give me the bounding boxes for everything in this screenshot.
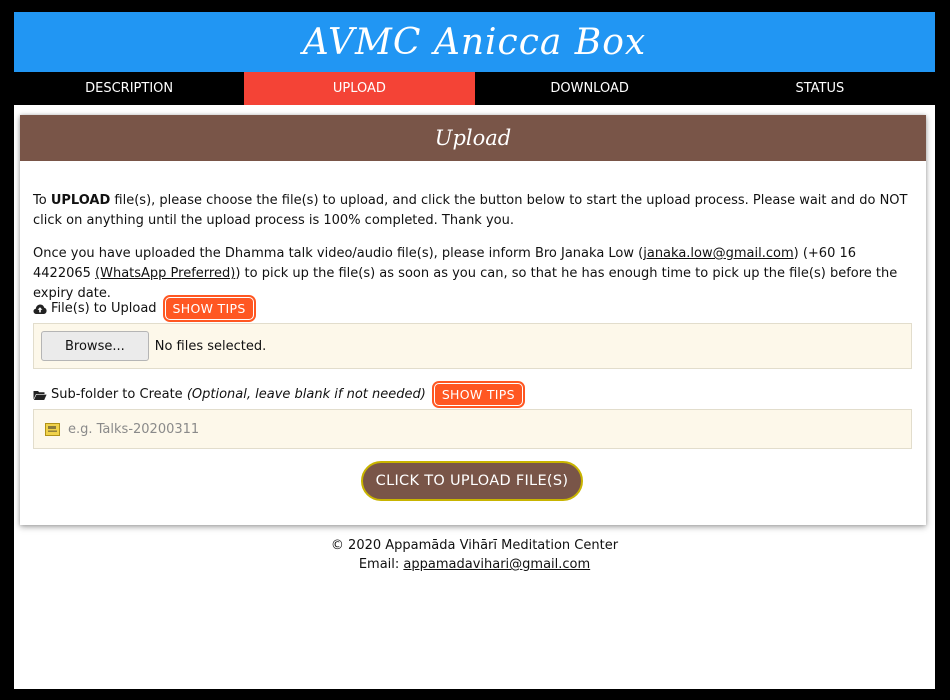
- contact-text: Once you have uploaded the Dhamma talk v…: [33, 246, 644, 261]
- copyright-text: © 2020 Appamāda Vihārī Meditation Center: [330, 538, 619, 553]
- whatsapp-link[interactable]: (WhatsApp Preferred): [95, 266, 235, 281]
- instructions-text-rest: file(s), please choose the file(s) to up…: [33, 193, 908, 228]
- folder-label-text: Sub-folder to Create: [51, 387, 187, 402]
- instructions-bold: UPLOAD: [50, 193, 111, 208]
- footer-email-label: Email:: [358, 557, 404, 572]
- footer-email-link[interactable]: appamadavihari@gmail.com: [403, 557, 590, 572]
- folder-open-icon: [33, 390, 47, 400]
- tab-status[interactable]: STATUS: [705, 72, 935, 105]
- folder-label-hint: (Optional, leave blank if not needed): [186, 387, 426, 402]
- contact-email-link[interactable]: janaka.low@gmail.com: [643, 246, 793, 261]
- page-content: Upload To UPLOAD file(s), please choose …: [14, 105, 935, 689]
- app-title: AVMC Anicca Box: [302, 21, 647, 63]
- file-input-box: Browse... No files selected.: [33, 323, 912, 369]
- folder-show-tips-button[interactable]: SHOW TIPS: [431, 381, 525, 408]
- files-label: File(s) to Upload: [51, 301, 157, 316]
- card-title: Upload: [434, 126, 512, 150]
- folder-label: Sub-folder to Create (Optional, leave bl…: [51, 387, 426, 402]
- folder-icon: [45, 422, 60, 436]
- folder-input-box: [33, 409, 912, 449]
- subfolder-input[interactable]: [68, 421, 868, 437]
- contact-instructions: Once you have uploaded the Dhamma talk v…: [33, 244, 918, 304]
- footer-email-row: Email: appamadavihari@gmail.com: [14, 555, 935, 574]
- card-header: Upload: [20, 115, 926, 161]
- browse-button[interactable]: Browse...: [41, 331, 149, 361]
- app-header: AVMC Anicca Box: [14, 12, 935, 72]
- main-nav: DESCRIPTION UPLOAD DOWNLOAD STATUS: [14, 72, 935, 105]
- instructions-text: To: [33, 193, 51, 208]
- file-selection-status: No files selected.: [154, 338, 267, 354]
- tab-upload[interactable]: UPLOAD: [244, 72, 475, 105]
- cloud-upload-icon: [33, 304, 47, 314]
- upload-instructions: To UPLOAD file(s), please choose the fil…: [33, 191, 918, 231]
- folder-label-row: Sub-folder to Create (Optional, leave bl…: [33, 381, 525, 408]
- upload-card: Upload To UPLOAD file(s), please choose …: [20, 115, 926, 525]
- files-show-tips-button[interactable]: SHOW TIPS: [162, 295, 256, 322]
- footer: © 2020 Appamāda Vihārī Meditation Center…: [14, 536, 935, 574]
- tab-description[interactable]: DESCRIPTION: [14, 72, 244, 105]
- files-label-row: File(s) to Upload SHOW TIPS: [33, 295, 256, 322]
- upload-files-button[interactable]: CLICK TO UPLOAD FILE(S): [361, 461, 583, 501]
- tab-download[interactable]: DOWNLOAD: [475, 72, 705, 105]
